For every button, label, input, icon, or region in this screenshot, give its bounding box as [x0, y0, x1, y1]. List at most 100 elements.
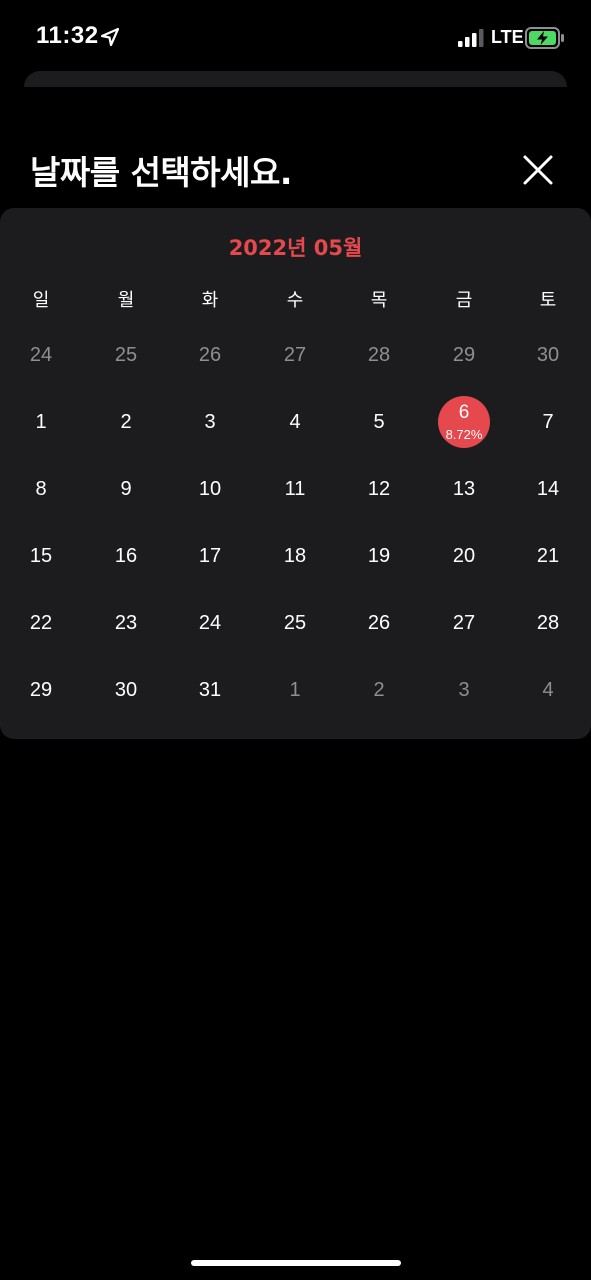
calendar-day[interactable]: 30: [84, 660, 168, 720]
calendar-day[interactable]: 15: [0, 526, 83, 586]
calendar-day[interactable]: 11: [253, 459, 337, 519]
day-number: 28: [367, 344, 391, 366]
calendar-day[interactable]: 20: [422, 526, 506, 586]
calendar-day[interactable]: 2: [84, 392, 168, 452]
day-number: 23: [114, 612, 138, 634]
weekday-label: 일: [32, 290, 50, 311]
day-number: 18: [283, 545, 307, 567]
calendar-day[interactable]: 30: [506, 325, 590, 385]
calendar-day[interactable]: 28: [337, 325, 421, 385]
calendar-day[interactable]: 5: [337, 392, 421, 452]
day-number: 17: [198, 545, 222, 567]
calendar-day[interactable]: 3: [168, 392, 252, 452]
day-number: 2: [120, 411, 132, 433]
calendar-day[interactable]: 10: [168, 459, 252, 519]
day-number: 3: [458, 679, 470, 701]
calendar-day[interactable]: 25: [253, 593, 337, 653]
calendar-day[interactable]: 9: [84, 459, 168, 519]
month-label: 2022년 05월: [228, 236, 363, 260]
calendar-day[interactable]: 13: [422, 459, 506, 519]
calendar-day[interactable]: 16: [84, 526, 168, 586]
calendar-day[interactable]: 4: [506, 660, 590, 720]
day-number: 31: [198, 679, 222, 701]
calendar-day[interactable]: 31: [168, 660, 252, 720]
weekday-label: 목: [370, 290, 388, 311]
home-indicator: [191, 1260, 401, 1266]
day-number: 27: [283, 344, 307, 366]
close-icon: [523, 155, 553, 185]
calendar-day[interactable]: 26: [168, 325, 252, 385]
calendar-day[interactable]: 18: [253, 526, 337, 586]
calendar-day[interactable]: 28: [506, 593, 590, 653]
calendar-day[interactable]: 17: [168, 526, 252, 586]
day-number: 4: [542, 679, 554, 701]
calendar-day[interactable]: 14: [506, 459, 590, 519]
close-button[interactable]: [516, 148, 560, 192]
weekday-label: 금: [455, 290, 473, 311]
day-number: 9: [120, 478, 132, 500]
day-number: 25: [114, 344, 138, 366]
calendar-day[interactable]: 27: [253, 325, 337, 385]
calendar-day[interactable]: 3: [422, 660, 506, 720]
day-number: 19: [367, 545, 391, 567]
page-title: 날짜를 선택하세요.: [30, 153, 292, 192]
network-label: LTE: [491, 27, 524, 47]
day-number: 24: [29, 344, 53, 366]
day-number: 29: [452, 344, 476, 366]
day-return-label: 8.72%: [445, 427, 483, 442]
day-number: 20: [452, 545, 476, 567]
calendar-day[interactable]: 1: [253, 660, 337, 720]
calendar-day[interactable]: 25: [84, 325, 168, 385]
background-sheet-edge: [24, 71, 567, 87]
day-number: 10: [198, 478, 222, 500]
day-number: 24: [198, 612, 222, 634]
day-number: 21: [536, 545, 560, 567]
day-number: 5: [373, 411, 385, 433]
day-number: 16: [114, 545, 138, 567]
calendar-day[interactable]: 8: [0, 459, 83, 519]
calendar-day-selected[interactable]: 6 8.72%: [422, 392, 506, 452]
calendar-day[interactable]: 12: [337, 459, 421, 519]
day-number: 15: [29, 545, 53, 567]
day-number: 27: [452, 612, 476, 634]
weekday-label: 수: [286, 290, 304, 311]
day-number: 3: [204, 411, 216, 433]
status-time: 11:32: [36, 22, 99, 49]
day-number: 26: [367, 612, 391, 634]
day-number: 25: [283, 612, 307, 634]
calendar-day[interactable]: 23: [84, 593, 168, 653]
day-number: 26: [198, 344, 222, 366]
day-number: 28: [536, 612, 560, 634]
cellular-signal-icon: [458, 29, 484, 47]
day-number: 1: [35, 411, 47, 433]
calendar-day[interactable]: 22: [0, 593, 83, 653]
calendar-day[interactable]: 1: [0, 392, 83, 452]
day-number: 7: [542, 411, 554, 433]
calendar-day[interactable]: 27: [422, 593, 506, 653]
calendar-card: 2022년 05월 일 월 화 수 목 금 토 24 25 26 27 28 29 30 1 2 3 4 5 6 8.7…: [0, 208, 591, 739]
calendar-day[interactable]: 21: [506, 526, 590, 586]
calendar-day[interactable]: 26: [337, 593, 421, 653]
day-number: 1: [289, 679, 301, 701]
battery-charging-icon: [525, 27, 564, 49]
calendar-day[interactable]: 4: [253, 392, 337, 452]
day-number: 12: [367, 478, 391, 500]
calendar-day[interactable]: 7: [506, 392, 590, 452]
day-number: 30: [536, 344, 560, 366]
calendar-day[interactable]: 29: [422, 325, 506, 385]
calendar-day[interactable]: 24: [0, 325, 83, 385]
day-number: 11: [284, 478, 306, 500]
calendar-day[interactable]: 29: [0, 660, 83, 720]
calendar-day[interactable]: 19: [337, 526, 421, 586]
day-number: 4: [289, 411, 301, 433]
weekday-label: 월: [117, 290, 135, 311]
day-number: 30: [114, 679, 138, 701]
day-number: 2: [373, 679, 385, 701]
day-number: 22: [29, 612, 53, 634]
location-arrow-icon: [100, 27, 120, 47]
calendar-day[interactable]: 2: [337, 660, 421, 720]
day-number: 13: [452, 478, 476, 500]
day-number: 8: [35, 478, 47, 500]
calendar-day[interactable]: 24: [168, 593, 252, 653]
weekday-label: 토: [539, 290, 557, 311]
